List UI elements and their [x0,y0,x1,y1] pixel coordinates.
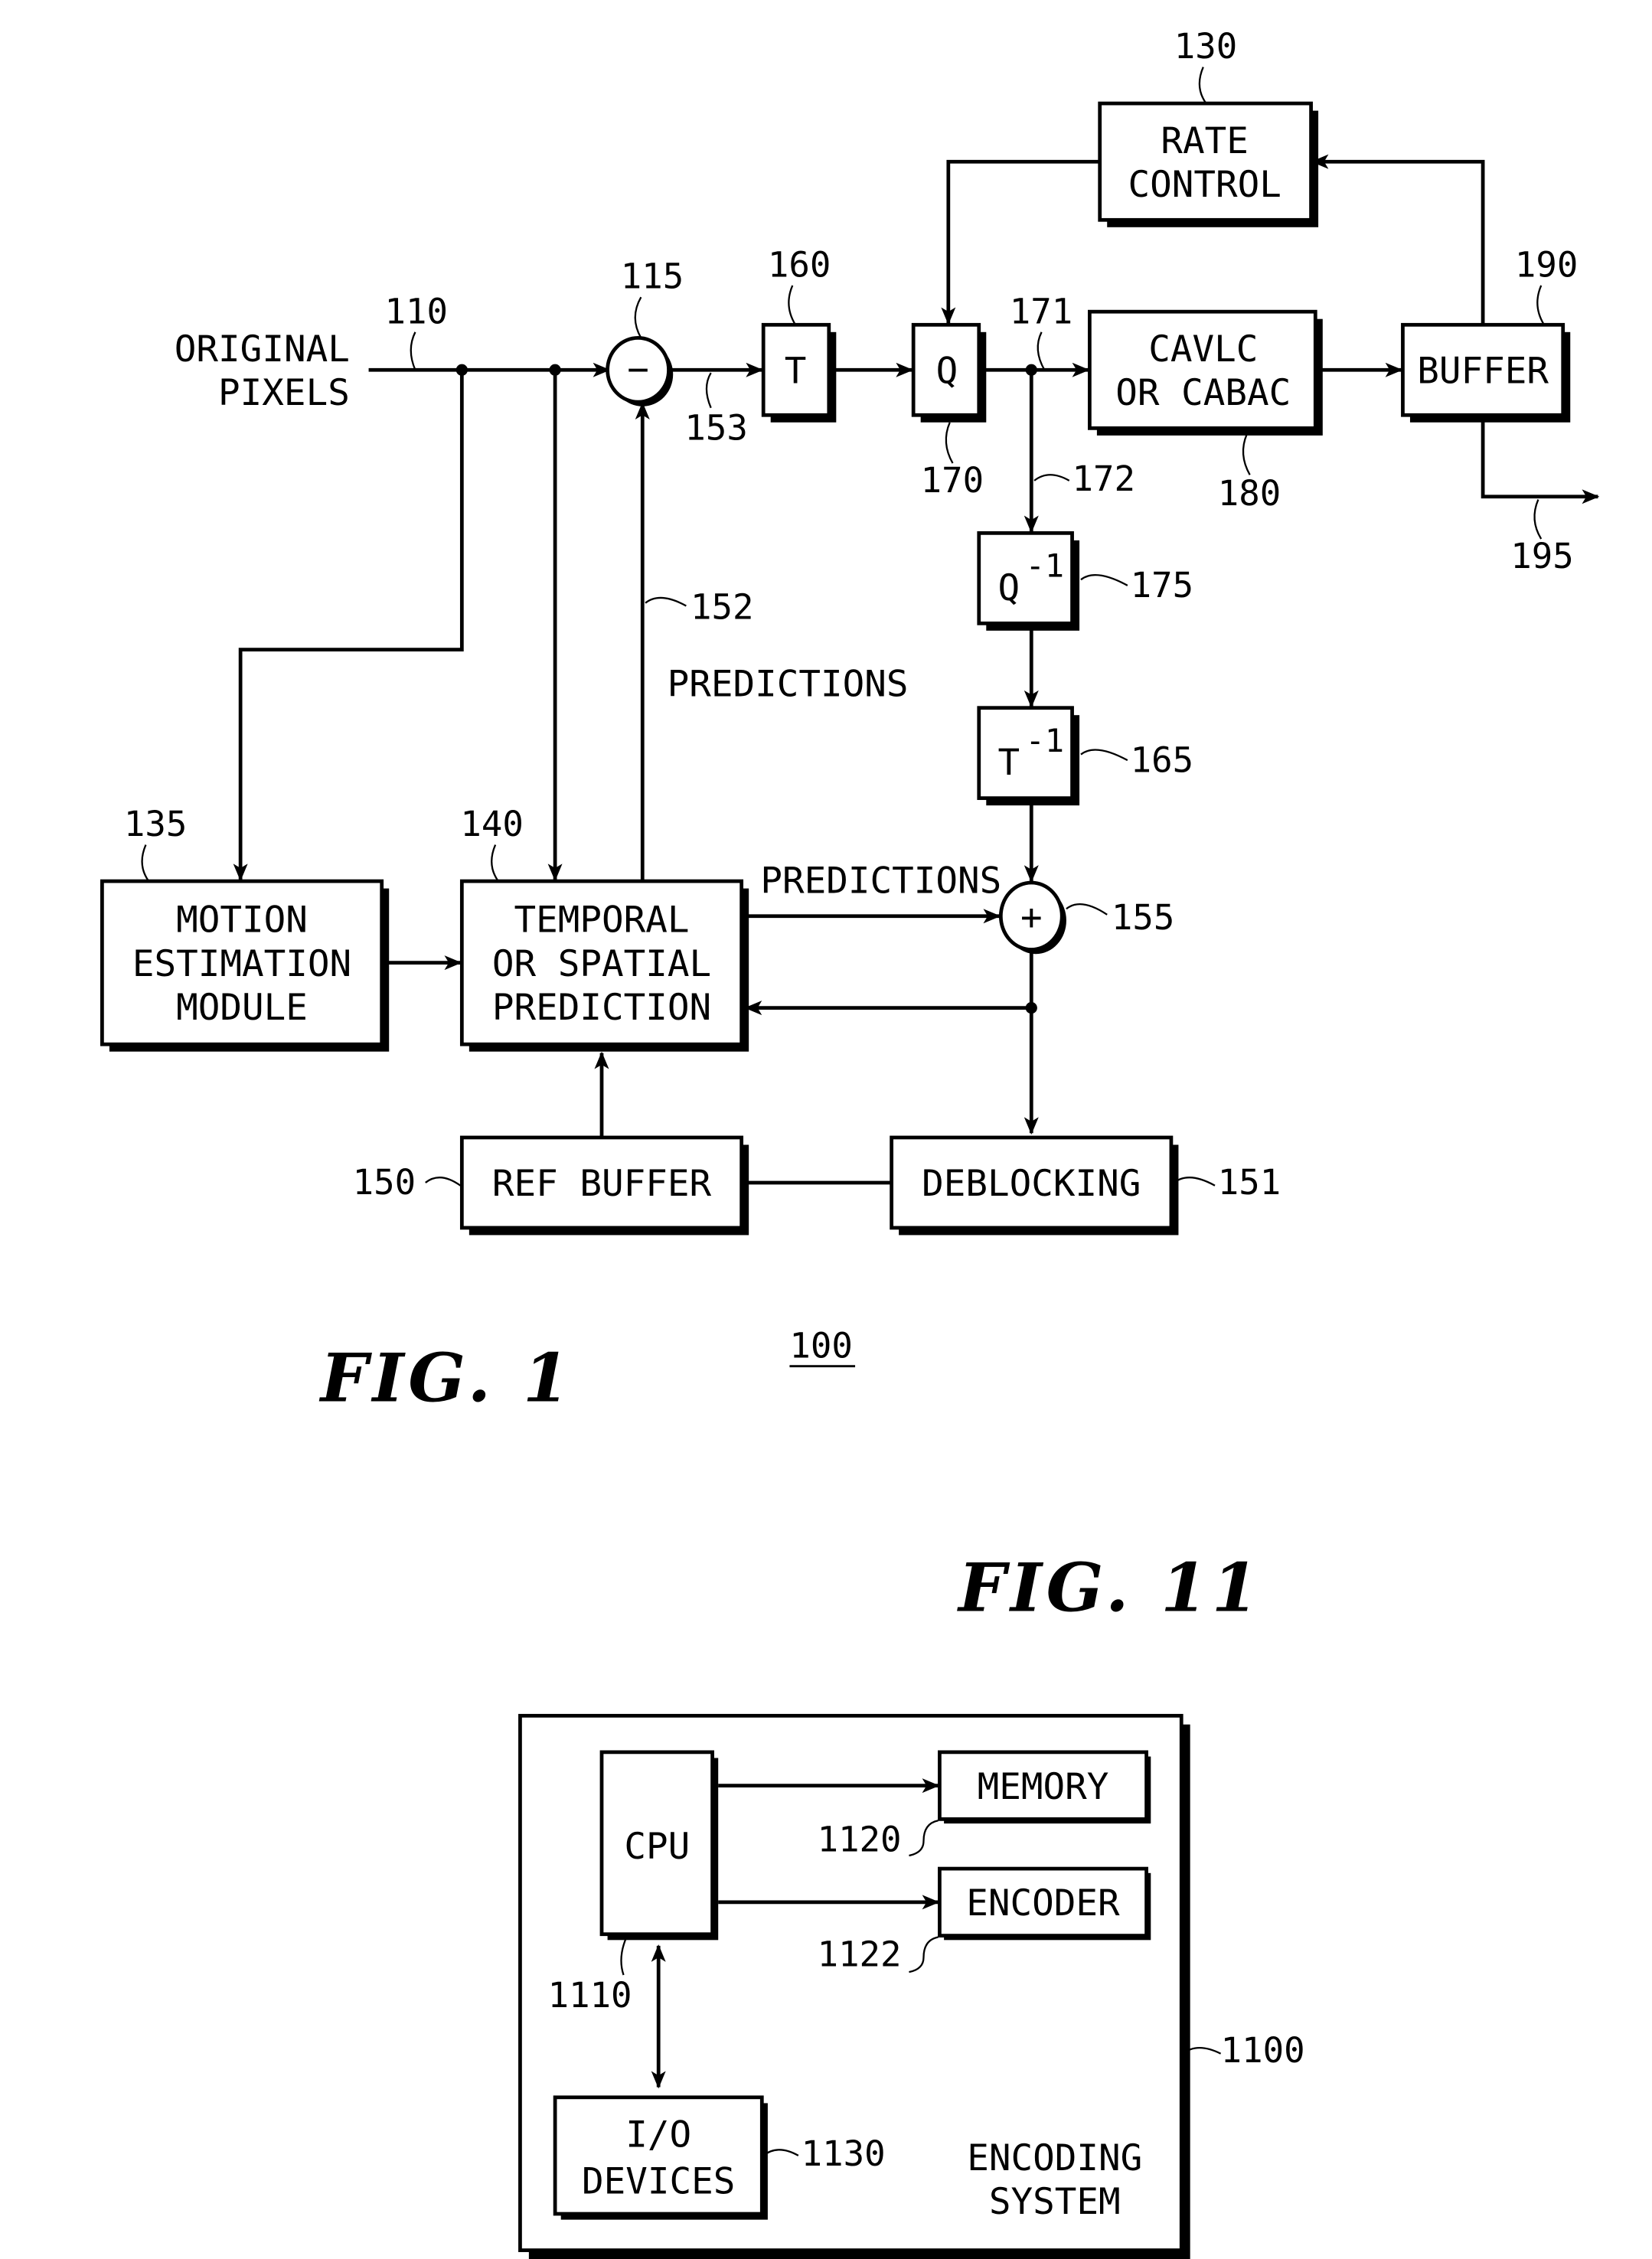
inverse-transform-base: T [998,742,1020,784]
leader-150 [425,1177,462,1187]
ref-180: 180 [1218,473,1281,514]
figure-1: ORIGINAL PIXELS 110 − 115 153 T 160 Q 17… [100,26,1600,1417]
rate-control-line2: CONTROL [1128,164,1281,206]
adder-symbol: + [1020,896,1043,939]
leader-115 [634,296,642,338]
prediction-line1: TEMPORAL [514,899,689,942]
figure-11: FIG. 11 1100 ENCODING SYSTEM CPU 1110 ME… [518,1548,1305,2259]
leader-135 [141,844,150,882]
inverse-quantizer-sup: -1 [1026,547,1064,584]
leader-190 [1536,285,1545,325]
memory-label: MEMORY [978,1766,1109,1808]
prediction-line2: OR SPATIAL [492,943,711,985]
leader-151 [1174,1177,1216,1187]
input-label-pixels: PIXELS [218,372,350,414]
ref-190: 190 [1515,245,1578,286]
system-ref-100: 100 [789,1325,852,1366]
transform-label: T [785,350,807,392]
leader-175 [1080,574,1128,586]
ref-155: 155 [1112,897,1174,938]
encoding-system-line1: ENCODING [967,2137,1142,2179]
leader-110 [410,331,416,371]
wire-input-to-motion-estimation [233,370,464,882]
encoding-system-line2: SYSTEM [989,2181,1121,2223]
leader-160 [788,285,797,325]
leader-170 [945,422,954,464]
figure-11-title: FIG. 11 [956,1548,1262,1627]
ref-1120: 1120 [818,1819,902,1859]
ref-buffer-label: REF BUFFER [492,1163,712,1205]
leader-155 [1066,903,1108,916]
leader-152 [645,596,687,607]
ref-1100: 1100 [1221,2030,1305,2071]
ref-195: 195 [1510,536,1573,576]
motion-estimation-line3: MODULE [176,987,308,1029]
leader-195 [1533,499,1543,540]
prediction-line3: PREDICTION [492,987,711,1029]
figure-1-title: FIG. 1 [318,1338,574,1417]
ref-152: 152 [691,587,753,628]
entropy-coder-line2: OR CABAC [1115,372,1291,414]
ref-171: 171 [1010,291,1072,331]
ref-1110: 1110 [548,1975,632,2016]
leader-130 [1198,67,1207,104]
patent-drawing-sheet: ORIGINAL PIXELS 110 − 115 153 T 160 Q 17… [100,26,1600,2259]
cpu-label: CPU [624,1826,690,1868]
ref-165: 165 [1131,739,1193,780]
wire-buffer-to-rate-control [1311,154,1485,325]
subtractor-symbol: − [627,348,649,390]
ref-151: 151 [1218,1162,1281,1203]
io-devices-line1: I/O [625,2114,691,2156]
leader-171 [1037,331,1046,371]
leader-180 [1242,433,1251,475]
rate-control-line1: RATE [1161,120,1249,162]
ref-115: 115 [621,256,684,297]
ref-175: 175 [1131,565,1193,606]
leader-153 [705,372,712,409]
entropy-coder-line1: CAVLC [1148,328,1258,371]
ref-172: 172 [1072,459,1135,499]
ref-170: 170 [921,460,984,501]
ref-1130: 1130 [802,2133,886,2174]
encoder-label: ENCODER [966,1882,1120,1924]
input-label-original: ORIGINAL [175,328,350,371]
inverse-transform-sup: -1 [1026,722,1064,759]
leader-165 [1080,749,1128,762]
edge-label-predictions-lower: PREDICTIONS [760,860,1001,902]
ref-140: 140 [460,804,523,844]
wire-bitstream-out [1481,415,1600,504]
ref-1122: 1122 [818,1934,902,1975]
leader-172 [1033,474,1070,482]
edge-label-predictions-upper: PREDICTIONS [668,663,909,705]
leader-140 [491,844,499,882]
buffer-label: BUFFER [1417,350,1549,392]
quantizer-label: Q [936,350,958,392]
ref-153: 153 [684,408,747,449]
deblocking-label: DEBLOCKING [922,1163,1141,1205]
ref-130: 130 [1174,26,1237,67]
ref-160: 160 [768,245,831,286]
motion-estimation-line2: ESTIMATION [132,943,351,985]
ref-135: 135 [124,804,187,844]
motion-estimation-line1: MOTION [176,899,308,942]
inverse-quantizer-base: Q [998,567,1020,609]
io-devices-line2: DEVICES [582,2160,735,2202]
ref-110: 110 [384,291,447,331]
ref-150: 150 [353,1162,416,1203]
